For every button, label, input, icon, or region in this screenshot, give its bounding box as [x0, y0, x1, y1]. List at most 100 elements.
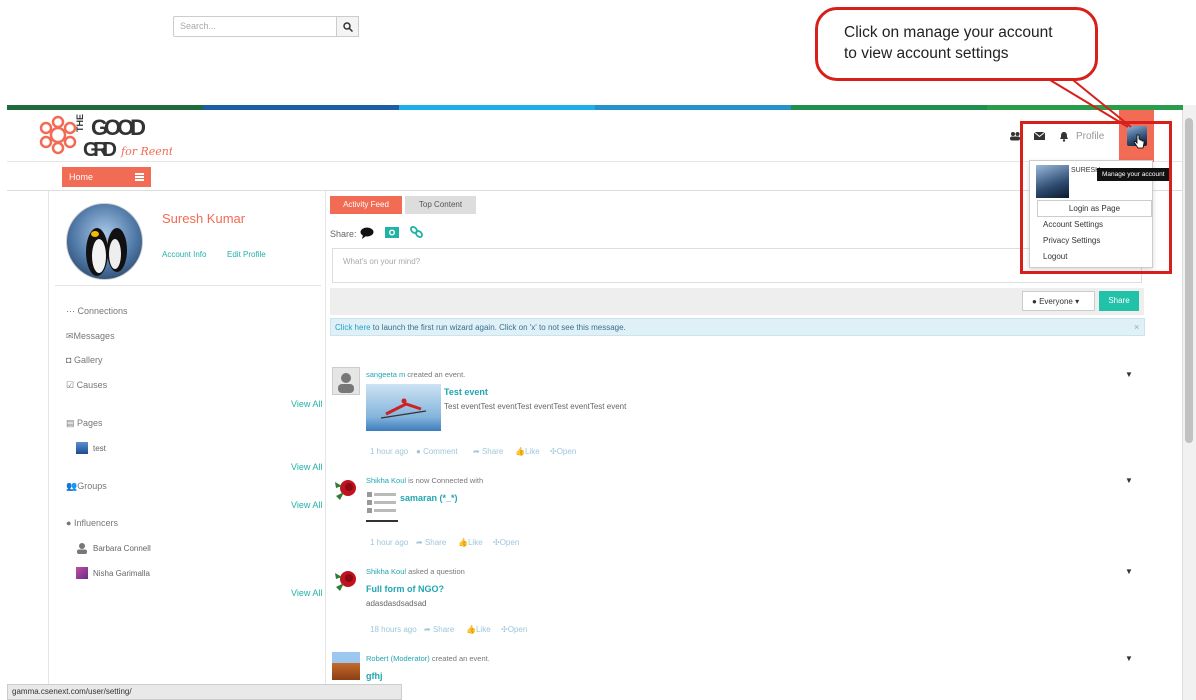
- sidebar-item-label: Causes: [76, 380, 108, 390]
- sidebar-item-label: Gallery: [73, 355, 103, 365]
- influencer-barbara[interactable]: Barbara Connell: [93, 544, 151, 553]
- close-icon[interactable]: ×: [1134, 322, 1139, 332]
- page-item-test[interactable]: test: [93, 444, 106, 453]
- robert-avatar[interactable]: [332, 652, 360, 680]
- open-action[interactable]: ✣Open: [493, 538, 519, 547]
- event-title-link[interactable]: Test event: [444, 387, 488, 397]
- feed-user-link[interactable]: Shikha Koul: [366, 567, 406, 576]
- feed-timestamp: 18 hours ago: [370, 625, 417, 634]
- sidebar-item-connections[interactable]: ⋯ Connections: [66, 306, 128, 317]
- connected-user-avatar[interactable]: [366, 490, 398, 523]
- feed-action: is now Connected with: [406, 476, 484, 485]
- menu-icon[interactable]: [135, 173, 144, 181]
- page-icon: ▤: [66, 418, 78, 428]
- camera-icon: ◘: [66, 355, 74, 365]
- search-input[interactable]: Search...: [173, 16, 359, 37]
- view-all-pages-link[interactable]: View All: [291, 462, 322, 472]
- search-button[interactable]: [336, 16, 359, 37]
- profile-avatar[interactable]: [66, 203, 143, 280]
- event-image[interactable]: [366, 384, 441, 431]
- open-action[interactable]: ✣Open: [501, 625, 527, 634]
- tab-top-content[interactable]: Top Content: [405, 196, 476, 214]
- camera-icon[interactable]: [385, 226, 399, 238]
- svg-text:GOOD: GOOD: [91, 115, 146, 140]
- caret-down-icon[interactable]: ▼: [1125, 476, 1133, 485]
- sidebar-item-groups[interactable]: 👥Groups: [66, 481, 107, 492]
- audience-select[interactable]: ● Everyone ▾: [1022, 291, 1095, 311]
- caret-down-icon[interactable]: ▼: [1125, 654, 1133, 663]
- influencer-avatar: [76, 567, 88, 579]
- rose-avatar[interactable]: [332, 565, 360, 593]
- user-icon: ●: [66, 518, 74, 528]
- share-label-text: Share: [432, 625, 455, 634]
- feed-user-link[interactable]: Robert (Moderator): [366, 654, 430, 663]
- sidebar-item-influencers[interactable]: ● Influencers: [66, 518, 118, 528]
- share-action[interactable]: ➦ Share: [424, 625, 454, 634]
- comments-icon: ●: [416, 447, 424, 456]
- svg-text:GRID: GRID: [83, 139, 117, 159]
- sidebar-item-messages[interactable]: ✉Messages: [66, 331, 115, 342]
- chevron-down-icon: ▾: [1075, 297, 1080, 306]
- caret-down-icon[interactable]: ▼: [1125, 370, 1133, 379]
- share-label: Share:: [330, 229, 357, 239]
- like-action[interactable]: 👍Like: [515, 447, 540, 456]
- sidebar-item-pages[interactable]: ▤ Pages: [66, 418, 103, 429]
- user-silhouette-icon: [338, 373, 354, 393]
- like-label: Like: [524, 447, 540, 456]
- wizard-link[interactable]: Click here: [335, 323, 371, 332]
- thumbs-up-icon: 👍: [515, 447, 525, 456]
- event-title-link[interactable]: gfhj: [366, 671, 383, 681]
- good-grid-logo[interactable]: THE GOOD GRID for Reentry: [37, 113, 172, 159]
- share-action[interactable]: ➦ Share: [473, 447, 503, 456]
- connected-user-link[interactable]: samaran (*_*): [400, 493, 458, 503]
- feed-action: created an event.: [405, 370, 466, 379]
- expand-icon: ✣: [493, 538, 500, 547]
- rose-avatar[interactable]: [332, 474, 360, 502]
- sidebar-item-gallery[interactable]: ◘ Gallery: [66, 355, 102, 365]
- expand-icon: ✣: [550, 447, 557, 456]
- globe-icon: ●: [1032, 297, 1040, 306]
- feed-action: created an event.: [429, 654, 490, 663]
- annotation-callout: Click on manage your account to view acc…: [815, 7, 1098, 81]
- sidebar-item-label: Messages: [73, 331, 115, 341]
- share-icon: ➦: [473, 447, 482, 456]
- caret-down-icon[interactable]: ▼: [1125, 567, 1133, 576]
- speech-bubble-icon[interactable]: [360, 227, 374, 239]
- feed-user-link[interactable]: sangeeta m: [366, 370, 405, 379]
- comment-label: Comment: [423, 447, 458, 456]
- envelope-icon: ✉: [66, 331, 74, 341]
- profile-name[interactable]: Suresh Kumar: [162, 211, 245, 226]
- wizard-alert: Click here to launch the first run wizar…: [330, 318, 1145, 336]
- share-action[interactable]: ➦ Share: [416, 538, 446, 547]
- tab-activity-feed[interactable]: Activity Feed: [330, 196, 402, 214]
- svg-text:THE: THE: [75, 114, 85, 132]
- checkbox-icon: ☑: [66, 380, 77, 390]
- thumbs-up-icon: 👍: [466, 625, 476, 634]
- open-label: Open: [556, 447, 577, 456]
- feed-header: Robert (Moderator) created an event.: [366, 654, 490, 663]
- like-action[interactable]: 👍Like: [458, 538, 483, 547]
- link-icon[interactable]: [410, 226, 423, 238]
- share-icon: ➦: [416, 538, 425, 547]
- comment-action[interactable]: ● Comment: [416, 447, 458, 456]
- feed-avatar[interactable]: [332, 367, 360, 395]
- view-all-influencers-link[interactable]: View All: [291, 588, 322, 598]
- share-button[interactable]: Share: [1099, 291, 1139, 311]
- sidebar-item-causes[interactable]: ☑ Causes: [66, 380, 107, 391]
- edit-profile-link[interactable]: Edit Profile: [227, 250, 266, 259]
- view-all-groups-link[interactable]: View All: [291, 500, 322, 510]
- svg-text:for Reentry: for Reentry: [120, 145, 172, 158]
- scrollbar-thumb[interactable]: [1185, 118, 1193, 443]
- sidebar-item-label: Connections: [77, 306, 128, 316]
- callout-line-1: Click on manage your account: [844, 24, 1053, 41]
- account-info-link[interactable]: Account Info: [162, 250, 206, 259]
- open-action[interactable]: ✣Open: [550, 447, 576, 456]
- view-all-causes-link[interactable]: View All: [291, 399, 322, 409]
- like-action[interactable]: 👍Like: [466, 625, 491, 634]
- sidebar-divider: [55, 285, 321, 286]
- influencer-nisha[interactable]: Nisha Garimalla: [93, 569, 150, 578]
- open-label: Open: [507, 625, 528, 634]
- skier-image: [380, 398, 427, 419]
- feed-user-link[interactable]: Shikha Koul: [366, 476, 406, 485]
- question-title-link[interactable]: Full form of NGO?: [366, 584, 444, 594]
